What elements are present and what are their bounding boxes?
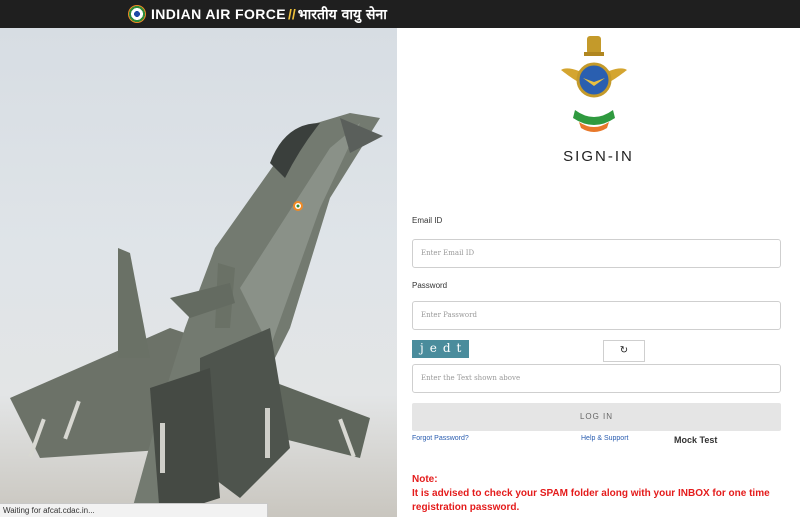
brand-separator: // — [288, 6, 296, 22]
browser-status-text: Waiting for afcat.cdac.in... — [0, 503, 268, 517]
captcha-placeholder: Enter the Text shown above — [421, 374, 521, 382]
password-label: Password — [412, 281, 448, 290]
help-support-link[interactable]: Help & Support — [581, 435, 628, 442]
captcha-field[interactable]: Enter the Text shown above — [412, 364, 781, 393]
iaf-emblem-icon — [561, 36, 627, 132]
note-text: It is advised to check your SPAM folder … — [412, 488, 770, 513]
note-title: Note: — [412, 474, 438, 485]
email-field[interactable]: Enter Email ID — [412, 239, 781, 268]
forgot-password-link[interactable]: Forgot Password? — [412, 435, 469, 442]
captcha-image: jedt — [412, 340, 469, 358]
refresh-captcha-icon[interactable]: ↻ — [603, 340, 645, 362]
mock-test-link[interactable]: Mock Test — [674, 435, 717, 445]
login-button[interactable]: LOG IN — [412, 403, 781, 431]
brand: INDIAN AIR FORCE // भारतीय वायु सेना — [128, 3, 387, 25]
fighter-jet-image — [10, 113, 383, 517]
sign-in-panel: SIGN-IN Email ID Enter Email ID Password… — [397, 28, 800, 517]
email-placeholder: Enter Email ID — [421, 249, 475, 257]
password-field[interactable]: Enter Password — [412, 301, 781, 330]
note-block: Note: It is advised to check your SPAM f… — [412, 473, 792, 515]
email-label: Email ID — [412, 216, 443, 225]
password-placeholder: Enter Password — [421, 311, 477, 319]
fighter-jet-photo: Waiting for afcat.cdac.in... — [0, 28, 397, 517]
roundel-icon — [128, 5, 146, 23]
brand-name-english: INDIAN AIR FORCE — [151, 6, 286, 22]
sign-in-title: SIGN-IN — [563, 148, 634, 165]
brand-name-hindi: भारतीय वायु सेना — [297, 6, 387, 23]
top-bar: INDIAN AIR FORCE // भारतीय वायु सेना — [0, 0, 800, 28]
